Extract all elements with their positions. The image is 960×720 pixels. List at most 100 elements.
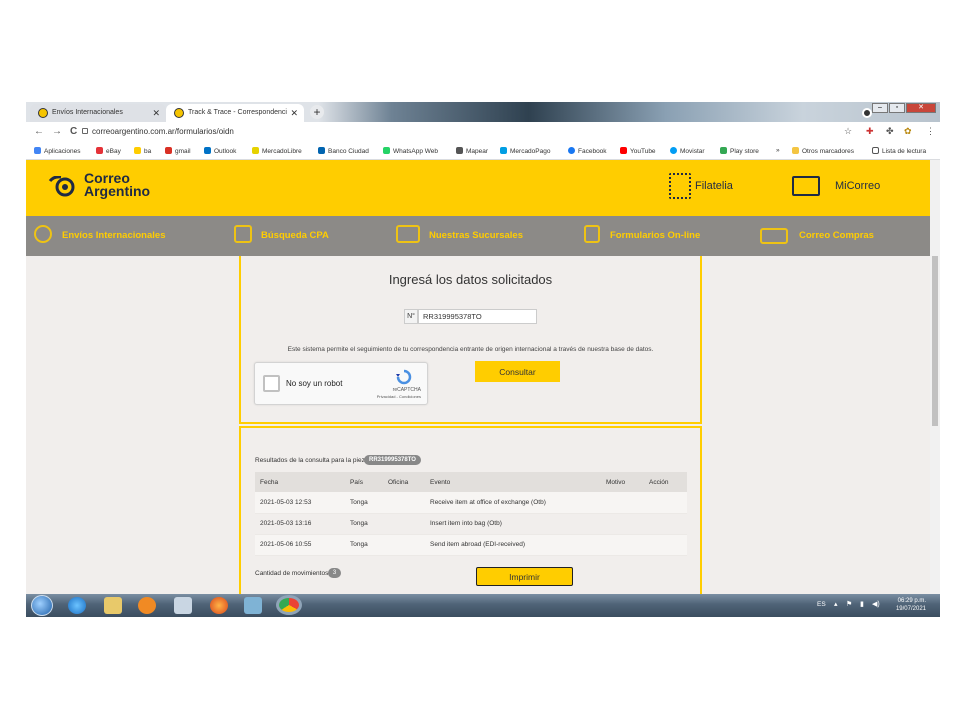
clock[interactable]: 06:29 p.m. 19/07/2021	[896, 597, 926, 613]
nav-envios-internacionales[interactable]: Envíos Internacionales	[62, 230, 165, 241]
gmail-icon	[165, 147, 172, 154]
mercadolibre-icon	[252, 147, 259, 154]
file-explorer-icon[interactable]	[104, 597, 122, 614]
reload-button[interactable]: C	[70, 126, 77, 137]
minimize-button[interactable]: –	[872, 103, 888, 113]
media-player-icon[interactable]	[138, 597, 156, 614]
correo-favicon-icon	[38, 108, 48, 118]
bookmark-mercadopago[interactable]: MercadoPago	[500, 147, 550, 155]
scrollbar-thumb[interactable]	[932, 256, 938, 426]
mapear-icon	[456, 147, 463, 154]
reading-list-icon	[872, 147, 879, 154]
extension-icon[interactable]: ✚	[866, 126, 874, 137]
form-document-icon[interactable]	[584, 225, 600, 243]
col-pais: País	[345, 472, 383, 492]
micorreo-link[interactable]: MiCorreo	[835, 180, 880, 192]
shopping-bag-icon[interactable]	[760, 228, 788, 244]
volume-icon[interactable]: ◀)	[872, 600, 880, 608]
bookmark-whatsapp-web[interactable]: WhatsApp Web	[383, 147, 438, 155]
captcha-label: No soy un robot	[286, 379, 343, 388]
bookmark-aplicaciones[interactable]: Aplicaciones	[34, 147, 81, 155]
bookmark-otros-marcadores[interactable]: Otros marcadores	[792, 147, 854, 155]
correo-favicon-icon	[174, 108, 184, 118]
results-label: Resultados de la consulta para la pieza:	[255, 457, 371, 464]
form-description: Este sistema permite el seguimiento de t…	[287, 346, 654, 353]
captcha-terms-link[interactable]: Privacidad - Condiciones	[377, 394, 421, 399]
stamp-icon[interactable]	[669, 173, 691, 199]
cell-evento: Send item abroad (EDI-received)	[425, 534, 601, 556]
windows-taskbar: ES ▴ ⚑ ▮ ◀) 06:29 p.m. 19/07/2021	[26, 594, 940, 617]
chrome-icon[interactable]	[276, 595, 302, 615]
menu-dots-icon[interactable]: ⋮	[926, 126, 935, 137]
nav-busqueda-cpa[interactable]: Búsqueda CPA	[261, 230, 329, 241]
bookmark-lista-de-lectura[interactable]: Lista de lectura	[872, 147, 926, 155]
network-icon[interactable]: ▮	[860, 600, 864, 608]
cell-motivo	[601, 534, 644, 556]
captcha-checkbox[interactable]	[263, 375, 280, 392]
nav-nuestras-sucursales[interactable]: Nuestras Sucursales	[429, 230, 523, 241]
whatsapp-icon	[383, 147, 390, 154]
globe-icon[interactable]	[34, 225, 52, 243]
page-scrollbar[interactable]	[930, 160, 940, 594]
tab-envios-internacionales[interactable]: Envíos Internacionales ✕	[30, 104, 166, 122]
bookmark-gmail[interactable]: gmail	[165, 147, 191, 155]
bookmarks-more-button[interactable]: »	[776, 147, 780, 154]
play-store-icon	[720, 147, 727, 154]
recaptcha-widget: No soy un robot reCAPTCHA Privacidad - C…	[254, 362, 428, 405]
maximize-button[interactable]: ▫	[889, 103, 905, 113]
tracking-form-card: Ingresá los datos solicitados N° Este si…	[239, 256, 702, 424]
results-card: Resultados de la consulta para la pieza:…	[239, 426, 702, 594]
bookmark-play-store[interactable]: Play store	[720, 147, 759, 155]
logo-text[interactable]: Correo Argentino	[84, 171, 151, 199]
url-field[interactable]: correoargentino.com.ar/formularios/oidn	[92, 127, 234, 136]
filatelia-link[interactable]: Filatelia	[695, 180, 733, 192]
profile-icon[interactable]: ✿	[904, 126, 912, 137]
start-button[interactable]	[31, 595, 53, 616]
cell-accion	[644, 492, 687, 514]
nav-formularios-online[interactable]: Formularios On-line	[610, 230, 700, 241]
firefox-icon[interactable]	[210, 597, 228, 614]
bookmark-ebay[interactable]: eBay	[96, 147, 121, 155]
lock-icon[interactable]	[82, 128, 88, 134]
notepad-icon[interactable]	[174, 597, 192, 614]
bookmark-banco-ciudad[interactable]: Banco Ciudad	[318, 147, 369, 155]
bookmark-movistar[interactable]: Movistar	[670, 147, 705, 155]
tab-close-icon[interactable]: ✕	[290, 108, 298, 119]
imprimir-button[interactable]: Imprimir	[476, 567, 573, 586]
branch-building-icon[interactable]	[396, 225, 420, 243]
star-icon[interactable]: ☆	[844, 126, 852, 137]
bookmark-mercadolibre[interactable]: MercadoLibre	[252, 147, 302, 155]
bookmark-mapear[interactable]: Mapear	[456, 147, 488, 155]
folder-icon	[792, 147, 799, 154]
app-icon[interactable]	[244, 597, 262, 614]
laptop-icon[interactable]	[792, 176, 820, 196]
tracking-number-input[interactable]	[418, 309, 537, 324]
tab-close-icon[interactable]: ✕	[152, 108, 160, 119]
correo-argentino-logo-icon[interactable]	[48, 176, 78, 198]
mercadopago-icon	[500, 147, 507, 154]
forward-button[interactable]: →	[52, 126, 62, 137]
record-icon[interactable]	[862, 108, 872, 118]
map-icon[interactable]	[234, 225, 252, 243]
movistar-icon	[670, 147, 677, 154]
flag-icon[interactable]: ⚑	[846, 600, 852, 608]
nav-correo-compras[interactable]: Correo Compras	[799, 230, 874, 241]
col-fecha: Fecha	[255, 472, 345, 492]
internet-explorer-icon[interactable]	[68, 597, 86, 614]
language-indicator[interactable]: ES	[817, 601, 826, 608]
consultar-button[interactable]: Consultar	[475, 361, 560, 382]
bookmark-outlook[interactable]: Outlook	[204, 147, 236, 155]
tray-arrow-icon[interactable]: ▴	[834, 600, 838, 608]
cell-evento: Receive item at office of exchange (Otb)	[425, 492, 601, 514]
table-row: 2021-05-06 10:55 Tonga Send item abroad …	[255, 534, 687, 556]
tab-track-trace[interactable]: Track & Trace - Correspondenci ✕	[166, 104, 304, 122]
close-window-button[interactable]: ✕	[906, 103, 936, 113]
bookmark-facebook[interactable]: Facebook	[568, 147, 607, 155]
back-button[interactable]: ←	[34, 126, 44, 137]
apps-grid-icon	[34, 147, 41, 154]
puzzle-icon[interactable]: ✤	[886, 126, 894, 137]
bookmark-ba[interactable]: ba	[134, 147, 151, 155]
new-tab-button[interactable]: +	[310, 105, 324, 119]
bookmark-youtube[interactable]: YouTube	[620, 147, 656, 155]
logo-line-2: Argentino	[84, 183, 151, 199]
